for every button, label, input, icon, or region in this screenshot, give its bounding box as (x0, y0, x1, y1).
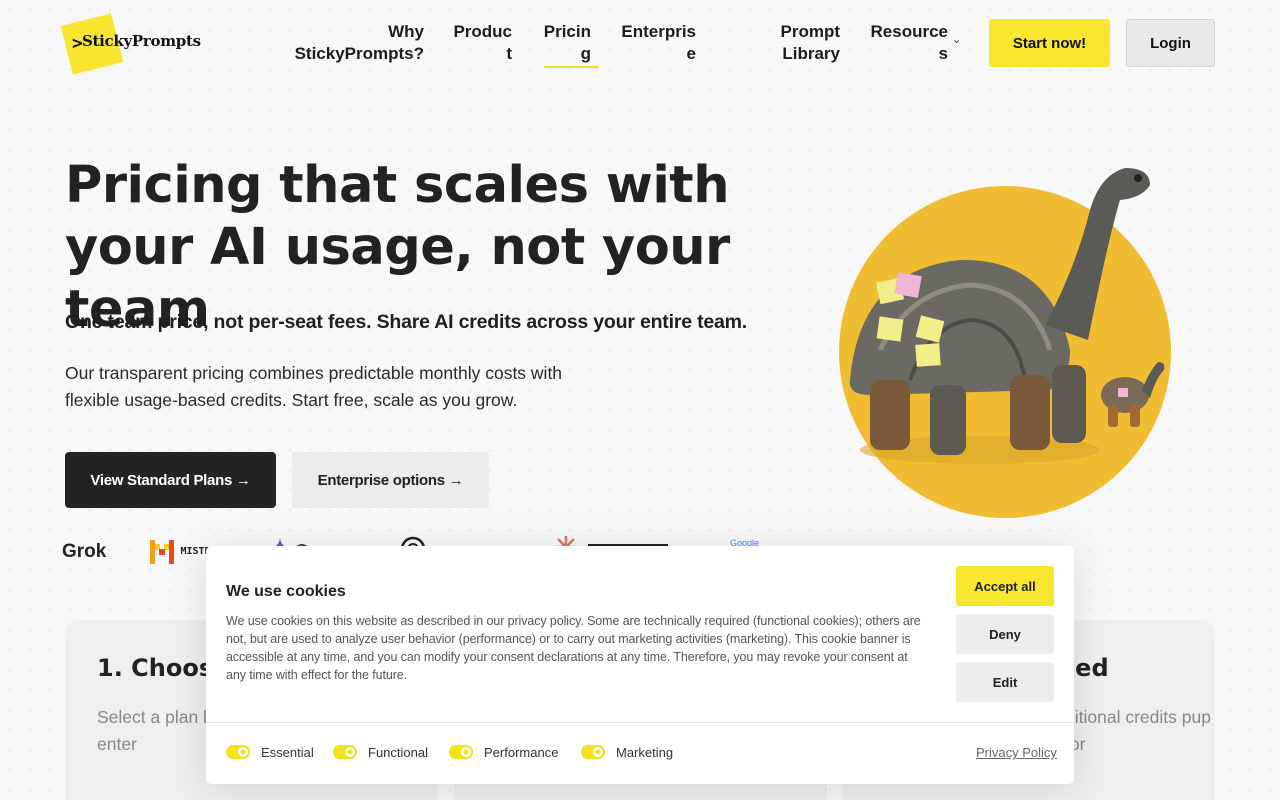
toggle-label: Marketing (616, 744, 674, 760)
hero-body: Our transparent pricing combines predict… (65, 363, 563, 410)
cookie-divider (206, 722, 1074, 723)
nav-prompt-library[interactable]: Prompt Library (770, 21, 841, 65)
brand-logo[interactable]: > StickyPrompts (60, 13, 201, 75)
turtle-leg-mid (930, 385, 966, 455)
nav-product[interactable]: Product (450, 21, 512, 65)
baby-turtle-leg-2 (1130, 405, 1140, 427)
robot-turtle-illustration (839, 168, 1171, 518)
nav-why-stickyprompts[interactable]: Why StickyPrompts? (290, 21, 424, 65)
nav-active-indicator (544, 66, 599, 68)
baby-turtle-leg-1 (1108, 405, 1118, 427)
toggle-performance[interactable]: Performance (449, 742, 558, 762)
view-standard-plans-button[interactable]: View Standard Plans → (65, 452, 276, 508)
cookie-banner: We use cookies We use cookies on this we… (206, 546, 1074, 784)
edit-button[interactable]: Edit (956, 662, 1054, 702)
toggle-functional[interactable]: Functional (333, 742, 428, 762)
toggle-label: Essential (261, 744, 314, 760)
sticky-note-5 (915, 343, 941, 367)
turtle-leg-back (1052, 365, 1086, 443)
hero-subtitle: One team price, not per-seat fees. Share… (65, 311, 748, 333)
turtle-eye (1134, 174, 1142, 182)
turtle-leg-front-right (1010, 375, 1050, 450)
grok-logo: Grok (62, 541, 107, 562)
logo-wordmark: StickyPrompts (82, 32, 201, 50)
login-button[interactable]: Login (1126, 19, 1215, 67)
sticky-note-3 (876, 316, 904, 342)
accept-all-button[interactable]: Accept all (956, 566, 1054, 606)
chevron-down-icon[interactable]: ⌄ (952, 33, 961, 46)
turtle-leg-front-left (870, 380, 910, 450)
nav-pricing[interactable]: Pricing (543, 21, 591, 65)
deny-button[interactable]: Deny (956, 614, 1054, 654)
cookie-title: We use cookies (226, 583, 346, 600)
nav-resources[interactable]: Resources (868, 21, 948, 65)
enterprise-options-button[interactable]: Enterprise options → (292, 452, 489, 508)
cookie-description: We use cookies on this website as descri… (226, 614, 921, 682)
baby-sticky-note (1118, 388, 1128, 397)
toggle-label: Performance (484, 744, 559, 760)
toggle-marketing[interactable]: Marketing (581, 742, 673, 762)
toggle-switch[interactable] (226, 745, 250, 759)
card-body: ditional credits pup for (1065, 707, 1211, 754)
toggle-switch[interactable] (449, 745, 473, 759)
toggle-label: Functional (368, 744, 428, 760)
nav-enterprise[interactable]: Enterprise (618, 21, 696, 65)
toggle-switch[interactable] (333, 745, 357, 759)
privacy-policy-link[interactable]: Privacy Policy (976, 745, 1057, 760)
toggle-essential[interactable]: Essential (226, 742, 314, 762)
sticky-note-2 (894, 272, 922, 298)
toggle-switch[interactable] (581, 745, 605, 759)
mistral-icon (150, 540, 174, 564)
start-now-button[interactable]: Start now! (989, 19, 1110, 67)
